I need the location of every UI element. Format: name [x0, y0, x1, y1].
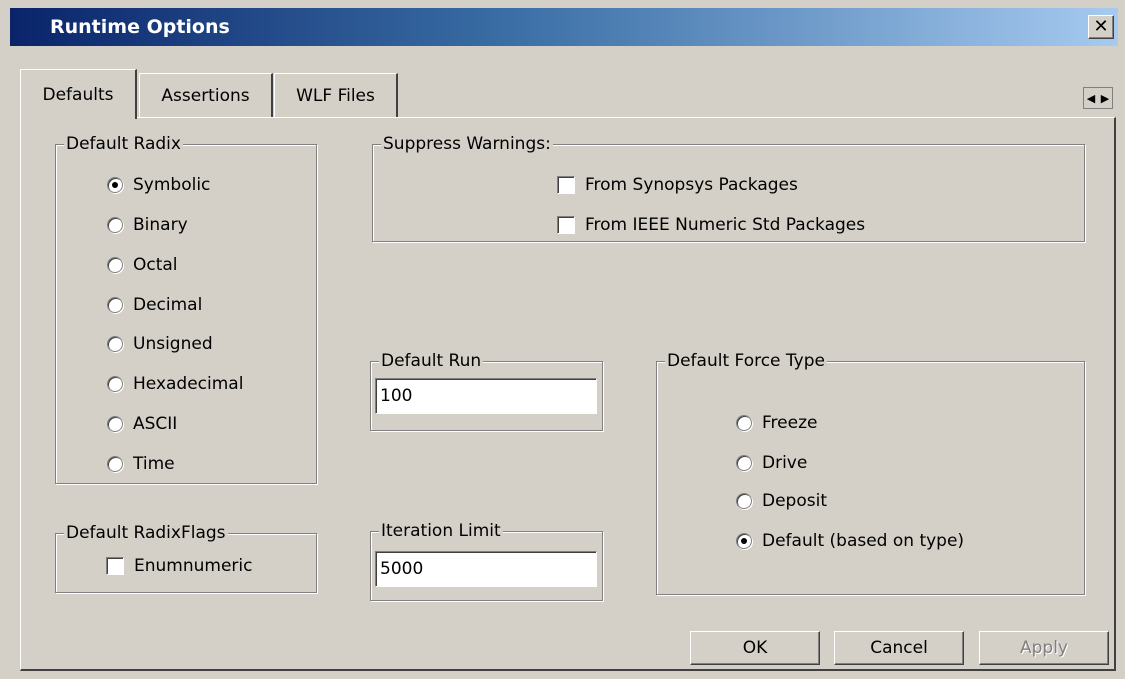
radio-button-icon[interactable]: [107, 257, 123, 273]
radio-button-icon[interactable]: [107, 416, 123, 432]
checkbox-label: From IEEE Numeric Std Packages: [585, 215, 866, 235]
radio-button-icon[interactable]: [736, 415, 752, 431]
tab-scroll-right-icon[interactable]: ▶: [1101, 92, 1109, 105]
apply-button-label: Apply: [1020, 638, 1068, 658]
checkbox-icon[interactable]: [557, 216, 575, 234]
radio-label: Default (based on type): [762, 531, 965, 551]
radio-label: Binary: [133, 215, 188, 235]
radix-option-unsigned[interactable]: Unsigned: [107, 334, 213, 354]
suppress-warnings-group: Suppress Warnings: From Synopsys Package…: [372, 134, 1085, 242]
close-button[interactable]: ✕: [1088, 15, 1114, 39]
force-option-freeze[interactable]: Freeze: [736, 413, 817, 433]
radio-label: Time: [133, 454, 175, 474]
apply-button[interactable]: Apply: [979, 631, 1109, 665]
radix-option-hexadecimal[interactable]: Hexadecimal: [107, 374, 243, 394]
close-icon: ✕: [1093, 16, 1109, 37]
force-option-default[interactable]: Default (based on type): [736, 531, 964, 551]
checkbox-icon[interactable]: [557, 176, 575, 194]
tab-wlf-files[interactable]: WLF Files: [274, 73, 398, 117]
radio-label: Symbolic: [133, 175, 211, 195]
tab-assertions-label: Assertions: [161, 85, 250, 106]
default-force-type-legend: Default Force Type: [665, 351, 827, 371]
radix-option-octal[interactable]: Octal: [107, 255, 178, 275]
default-run-group: Default Run: [370, 351, 603, 431]
cancel-button-label: Cancel: [870, 638, 928, 658]
radix-option-binary[interactable]: Binary: [107, 215, 188, 235]
radix-option-ascii[interactable]: ASCII: [107, 414, 177, 434]
title-bar: Runtime Options ✕: [10, 8, 1118, 46]
window-title: Runtime Options: [50, 16, 230, 38]
radix-option-symbolic[interactable]: Symbolic: [107, 175, 210, 195]
default-radix-legend: Default Radix: [64, 134, 183, 154]
radio-label: Decimal: [133, 295, 203, 315]
radix-option-decimal[interactable]: Decimal: [107, 295, 202, 315]
checkbox-icon[interactable]: [106, 557, 124, 575]
radio-selected-dot: [741, 538, 747, 544]
suppress-ieee-option[interactable]: From IEEE Numeric Std Packages: [557, 215, 865, 235]
radio-label: ASCII: [133, 414, 178, 434]
default-run-legend: Default Run: [379, 351, 484, 371]
radio-label: Freeze: [762, 413, 818, 433]
radio-label: Hexadecimal: [133, 374, 244, 394]
radio-selected-dot: [112, 182, 118, 188]
radio-button-icon[interactable]: [736, 493, 752, 509]
tab-scroll-buttons[interactable]: ◀ ▶: [1083, 87, 1113, 109]
radio-button-icon[interactable]: [107, 217, 123, 233]
default-radixflags-group: Default RadixFlags Enumnumeric: [55, 523, 317, 593]
radio-button-icon[interactable]: [107, 456, 123, 472]
cancel-button[interactable]: Cancel: [834, 631, 964, 665]
radixflag-enumnumeric-option[interactable]: Enumnumeric: [106, 556, 252, 576]
tab-wlf-files-label: WLF Files: [296, 85, 375, 106]
iteration-limit-legend: Iteration Limit: [379, 521, 503, 541]
ok-button[interactable]: OK: [690, 631, 820, 665]
default-force-type-group: Default Force Type Freeze Drive Deposit …: [656, 351, 1085, 595]
radio-label: Deposit: [762, 491, 827, 511]
default-radix-group: Default Radix Symbolic Binary Octal Deci…: [55, 134, 317, 484]
force-option-deposit[interactable]: Deposit: [736, 491, 827, 511]
radio-button-icon[interactable]: [107, 177, 123, 193]
tab-defaults-label: Defaults: [42, 84, 114, 105]
checkbox-label: Enumnumeric: [134, 556, 253, 576]
radio-label: Drive: [762, 453, 808, 473]
default-radixflags-legend: Default RadixFlags: [64, 523, 228, 543]
tab-defaults[interactable]: Defaults: [20, 69, 137, 119]
radio-button-icon[interactable]: [736, 455, 752, 471]
radio-button-icon[interactable]: [736, 533, 752, 549]
suppress-warnings-legend: Suppress Warnings:: [381, 134, 553, 154]
radio-label: Unsigned: [133, 334, 213, 354]
tab-scroll-left-icon[interactable]: ◀: [1087, 92, 1095, 105]
default-run-input[interactable]: [375, 378, 597, 414]
radio-button-icon[interactable]: [107, 297, 123, 313]
iteration-limit-group: Iteration Limit: [370, 521, 603, 601]
tab-assertions[interactable]: Assertions: [139, 73, 273, 117]
radix-option-time[interactable]: Time: [107, 454, 175, 474]
radio-button-icon[interactable]: [107, 376, 123, 392]
radio-button-icon[interactable]: [107, 336, 123, 352]
checkbox-label: From Synopsys Packages: [585, 175, 798, 195]
radio-label: Octal: [133, 255, 178, 275]
suppress-synopsys-option[interactable]: From Synopsys Packages: [557, 175, 798, 195]
runtime-options-dialog: Runtime Options ✕ Defaults Assertions WL…: [0, 0, 1125, 679]
ok-button-label: OK: [742, 638, 768, 658]
iteration-limit-input[interactable]: [375, 551, 597, 587]
force-option-drive[interactable]: Drive: [736, 453, 807, 473]
